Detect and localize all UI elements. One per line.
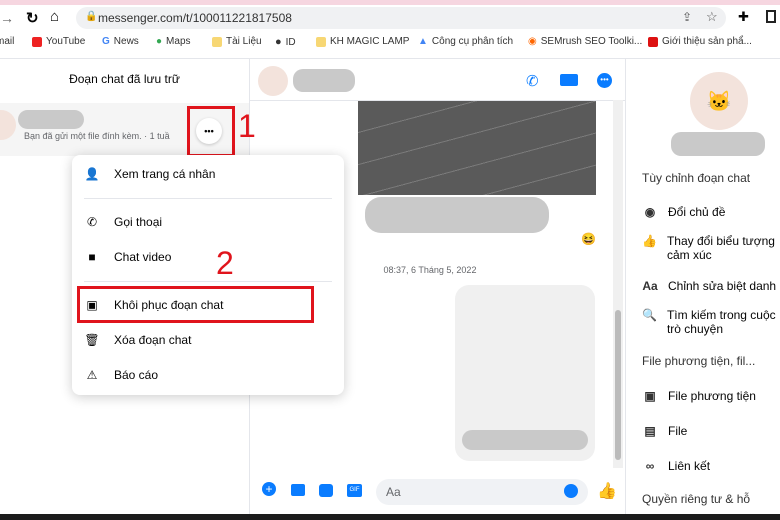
theme-icon: ◉ — [644, 205, 656, 219]
menu-item-report[interactable]: ⚠ Báo cáo — [84, 368, 158, 382]
bookmark-news[interactable]: G News — [102, 36, 139, 47]
youtube-icon — [32, 36, 42, 47]
warning-icon: ⚠ — [86, 368, 98, 382]
emoji-icon[interactable] — [564, 484, 578, 498]
step-label-2: 2 — [216, 245, 234, 281]
divider — [84, 198, 332, 199]
phone-icon[interactable]: ✆ — [526, 72, 539, 90]
forward-icon[interactable]: → — [0, 10, 14, 26]
message-input[interactable]: Aa — [376, 479, 588, 505]
highlight-box-2 — [77, 286, 314, 323]
maps-icon: ● — [156, 36, 163, 47]
scrollbar[interactable] — [613, 100, 623, 468]
profile-avatar[interactable]: 🐱 — [690, 72, 748, 130]
item-change-theme[interactable]: ◉ Đổi chủ đề — [642, 205, 726, 219]
folder-icon — [316, 36, 326, 47]
home-icon[interactable]: ⌂ — [50, 8, 59, 25]
divider — [0, 58, 780, 59]
section-media-files[interactable]: File phương tiện, fil... — [642, 354, 755, 368]
contact-name-redacted — [18, 110, 84, 129]
menu-item-view-profile[interactable]: 👤 Xem trang cá nhân — [84, 167, 216, 181]
reload-icon[interactable]: ↻ — [26, 9, 39, 27]
bookmark-tai-lieu[interactable]: Tài Liệu — [212, 36, 262, 47]
link-icon: ∞ — [645, 459, 655, 473]
search-icon: 🔍 — [642, 308, 657, 322]
sidepanel-icon[interactable] — [766, 10, 776, 23]
image-icon[interactable] — [291, 484, 305, 496]
contact-name-redacted — [293, 69, 355, 92]
shared-image[interactable] — [358, 101, 596, 195]
chat-preview: Bạn đã gửi một file đính kèm. · 1 tuầ — [24, 131, 170, 141]
bookmark-id[interactable]: ● ID — [275, 36, 296, 48]
bookmark-youtube[interactable]: YouTube — [32, 36, 85, 47]
highlight-box-1 — [187, 106, 235, 157]
plus-icon[interactable]: + — [262, 482, 276, 496]
globe-icon: ● — [275, 36, 282, 48]
address-bar[interactable]: 🔒 messenger.com/t/100011221817508 — [76, 7, 726, 29]
file-icon: ▤ — [644, 424, 656, 438]
lock-icon: 🔒 — [85, 11, 98, 22]
semrush-icon: ◉ — [528, 36, 537, 47]
divider — [625, 59, 626, 514]
extensions-icon[interactable]: ✚ — [738, 9, 749, 25]
bookmark-kh-magic-lamp[interactable]: KH MAGIC LAMP — [316, 36, 409, 47]
analytics-icon: ▲ — [418, 36, 428, 47]
phone-icon: ✆ — [86, 215, 98, 229]
scrollbar-thumb[interactable] — [615, 310, 621, 460]
divider — [84, 281, 332, 282]
bookmark-semrush[interactable]: ◉ SEMrush SEO Toolki... — [528, 36, 642, 47]
step-label-1: 1 — [238, 108, 256, 144]
section-privacy[interactable]: Quyền riêng tư & hỗ — [642, 492, 750, 506]
bookmark-maps[interactable]: ● Maps — [156, 36, 191, 47]
profile-name-redacted — [671, 132, 765, 156]
panel-title: Đoạn chat đã lưu trữ — [69, 72, 180, 86]
item-files[interactable]: ▤ File — [642, 424, 687, 438]
google-icon: G — [102, 36, 110, 47]
menu-item-voice-call[interactable]: ✆ Gọi thoại — [84, 215, 162, 229]
menu-item-delete-chat[interactable]: 🗑 Xóa đoạn chat — [84, 333, 191, 347]
bookmark-icon — [648, 36, 658, 47]
text-aa-icon: Aa — [642, 279, 658, 293]
item-links[interactable]: ∞ Liên kết — [642, 459, 710, 473]
item-edit-nickname[interactable]: Aa Chỉnh sửa biệt danh — [642, 279, 776, 293]
section-customize-chat[interactable]: Tùy chỉnh đoạn chat — [642, 171, 750, 185]
more-icon[interactable]: ••• — [597, 73, 612, 88]
gif-icon[interactable]: GIF — [347, 484, 362, 497]
timestamp: 08:37, 6 Tháng 5, 2022 — [383, 265, 477, 275]
bookmark-mail[interactable]: mail — [0, 36, 14, 47]
attachment-name-redacted — [462, 430, 588, 450]
item-media[interactable]: ▣ File phương tiện — [642, 389, 756, 403]
reaction-emoji: 😆 — [581, 232, 596, 246]
share-icon[interactable]: ⇪ — [682, 10, 692, 24]
bookmark-cong-cu[interactable]: ▲ Công cụ phân tích — [418, 36, 513, 47]
context-menu: 👤 Xem trang cá nhân ✆ Gọi thoại ■ Chat vide… — [72, 155, 344, 395]
media-icon: ▣ — [644, 389, 656, 403]
sticker-icon[interactable] — [319, 484, 333, 497]
video-icon: ■ — [88, 250, 96, 264]
item-change-emoji[interactable]: 👍 Thay đổi biểu tượng cảm xúc — [642, 234, 780, 262]
taskbar — [0, 514, 780, 520]
conversation-avatar[interactable] — [258, 66, 288, 96]
item-search-conversation[interactable]: 🔍 Tìm kiếm trong cuộc trò chuyện — [642, 308, 780, 336]
star-icon[interactable]: ☆ — [706, 9, 718, 25]
bookmark-gioi-thieu[interactable]: Giới thiệu sản phẩ... — [648, 36, 752, 47]
video-call-icon[interactable] — [560, 74, 578, 86]
like-icon[interactable]: 👍 — [597, 481, 617, 501]
thumbs-up-icon: 👍 — [642, 234, 657, 248]
person-icon: 👤 — [84, 167, 100, 181]
trash-icon: 🗑 — [84, 333, 100, 347]
message-bubble-redacted — [365, 197, 549, 233]
folder-icon — [212, 36, 222, 47]
url-text: messenger.com/t/100011221817508 — [98, 11, 292, 25]
menu-item-video-chat[interactable]: ■ Chat video — [84, 250, 171, 264]
